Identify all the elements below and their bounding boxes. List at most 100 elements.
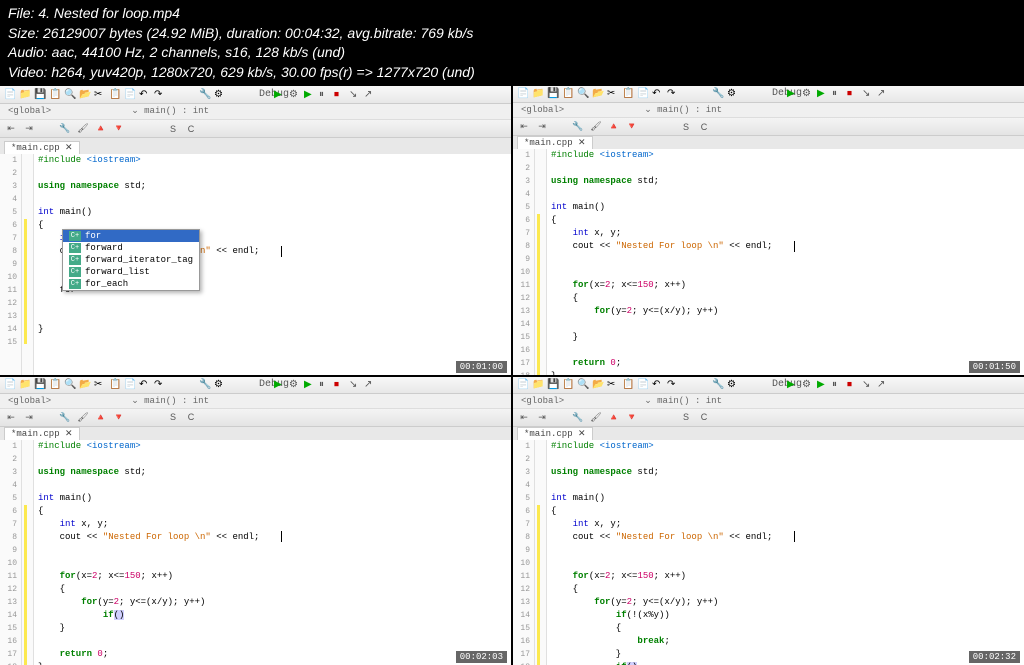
autocomplete-item[interactable]: C+forward (63, 242, 199, 254)
run-icon[interactable]: ↗ (364, 89, 376, 101)
file-tab[interactable]: *main.cpp ✕ (4, 427, 80, 440)
editor-toolbar-icon[interactable]: ⇤ (517, 120, 531, 134)
autocomplete-item[interactable]: C+for_each (63, 278, 199, 290)
editor-toolbar-icon[interactable]: ⇥ (535, 410, 549, 424)
toolbar-icon[interactable]: 📋 (109, 379, 121, 391)
run-icon[interactable]: ▶ (274, 89, 286, 101)
scope-global[interactable]: <global> (521, 105, 564, 115)
toolbar-icon[interactable]: 🔍 (64, 89, 76, 101)
autocomplete-item[interactable]: C+forward_list (63, 266, 199, 278)
autocomplete-popup[interactable]: C+forC+forwardC+forward_iterator_tagC+fo… (62, 229, 200, 291)
toolbar-icon[interactable]: 📂 (592, 379, 604, 391)
toolbar-icon[interactable]: ↶ (652, 88, 664, 100)
run-icon[interactable]: ▶ (787, 379, 799, 391)
editor-toolbar-icon[interactable]: C (697, 410, 711, 424)
toolbar-icon[interactable]: 📄 (124, 379, 136, 391)
toolbar-icon[interactable]: 📋 (49, 89, 61, 101)
editor-toolbar-icon[interactable]: C (184, 122, 198, 136)
run-icon[interactable]: ⏹ (334, 379, 346, 391)
code-editor[interactable]: 1 2 3 4 5 6 7 8 9 10 11 12 13 14 15 16 1… (513, 149, 1024, 375)
editor-toolbar-icon[interactable]: S (166, 410, 180, 424)
editor-toolbar-icon[interactable] (202, 122, 216, 136)
toolbar-icon[interactable]: ↶ (652, 379, 664, 391)
toolbar-icon[interactable]: 🔧 (712, 88, 724, 100)
scope-function[interactable]: ⌄ main() : int (644, 396, 722, 406)
toolbar-icon[interactable]: ↷ (154, 89, 166, 101)
run-icon[interactable]: ▶ (274, 379, 286, 391)
editor-toolbar-icon[interactable] (202, 410, 216, 424)
toolbar-icon[interactable]: 📋 (562, 88, 574, 100)
editor-toolbar-icon[interactable]: C (184, 410, 198, 424)
toolbar-icon[interactable]: 🔍 (577, 379, 589, 391)
run-icon[interactable]: ⏸ (832, 379, 844, 391)
editor-toolbar-icon[interactable] (643, 120, 657, 134)
toolbar-icon[interactable]: 💾 (34, 379, 46, 391)
toolbar-icon[interactable]: ⚙ (214, 379, 226, 391)
scope-function[interactable]: ⌄ main() : int (644, 105, 722, 115)
editor-toolbar-icon[interactable]: 🔧 (58, 410, 72, 424)
toolbar-icon[interactable]: ⚙ (727, 88, 739, 100)
editor-toolbar-icon[interactable]: 🔺 (94, 410, 108, 424)
toolbar-icon[interactable]: 📁 (19, 89, 31, 101)
toolbar-icon[interactable] (682, 88, 694, 100)
run-icon[interactable]: ↘ (349, 89, 361, 101)
editor-toolbar-icon[interactable]: 🔻 (112, 410, 126, 424)
toolbar-icon[interactable]: ↷ (154, 379, 166, 391)
toolbar-icon[interactable]: 📂 (592, 88, 604, 100)
toolbar-icon[interactable]: 💾 (34, 89, 46, 101)
run-icon[interactable]: ⚙ (802, 379, 814, 391)
editor-toolbar-icon[interactable]: ⇤ (4, 410, 18, 424)
toolbar-icon[interactable] (697, 88, 709, 100)
editor-toolbar-icon[interactable] (643, 410, 657, 424)
toolbar-icon[interactable]: 📄 (637, 88, 649, 100)
run-icon[interactable]: ▶ (304, 89, 316, 101)
toolbar-icon[interactable]: 📄 (124, 89, 136, 101)
toolbar-icon[interactable]: 📋 (49, 379, 61, 391)
toolbar-icon[interactable]: 🔧 (712, 379, 724, 391)
autocomplete-item[interactable]: C+for (63, 230, 199, 242)
file-tab[interactable]: *main.cpp ✕ (517, 136, 593, 149)
toolbar-icon[interactable]: 📄 (4, 89, 16, 101)
run-icon[interactable]: ⏹ (847, 88, 859, 100)
editor-toolbar-icon[interactable] (148, 410, 162, 424)
editor-toolbar-icon[interactable]: 🔧 (571, 410, 585, 424)
scope-global[interactable]: <global> (8, 396, 51, 406)
editor-toolbar-icon[interactable]: 🔧 (58, 122, 72, 136)
toolbar-icon[interactable]: 📄 (517, 379, 529, 391)
file-tab[interactable]: *main.cpp ✕ (4, 141, 80, 154)
run-icon[interactable]: ↘ (862, 88, 874, 100)
editor-toolbar-icon[interactable] (715, 120, 729, 134)
editor-toolbar-icon[interactable]: 🔺 (607, 120, 621, 134)
toolbar-icon[interactable]: ↷ (667, 379, 679, 391)
editor-toolbar-icon[interactable] (661, 410, 675, 424)
toolbar-icon[interactable]: 🔧 (199, 89, 211, 101)
editor-toolbar-icon[interactable]: ⇤ (517, 410, 531, 424)
run-icon[interactable]: ⏸ (832, 88, 844, 100)
run-icon[interactable]: ↘ (862, 379, 874, 391)
run-icon[interactable]: ⚙ (289, 89, 301, 101)
code-content[interactable]: #include <iostream> using namespace std;… (547, 149, 1024, 375)
code-content[interactable]: #include <iostream> using namespace std;… (547, 440, 1024, 665)
editor-toolbar-icon[interactable]: ⇥ (22, 122, 36, 136)
run-icon[interactable]: ▶ (817, 88, 829, 100)
toolbar-icon[interactable]: ✂ (94, 89, 106, 101)
editor-toolbar-icon[interactable]: S (679, 410, 693, 424)
toolbar-icon[interactable]: 💾 (547, 379, 559, 391)
scope-function[interactable]: ⌄ main() : int (131, 396, 209, 406)
toolbar-icon[interactable] (184, 89, 196, 101)
toolbar-icon[interactable]: 📋 (622, 88, 634, 100)
editor-toolbar-icon[interactable]: S (166, 122, 180, 136)
toolbar-icon[interactable] (697, 379, 709, 391)
code-editor[interactable]: 1 2 3 4 5 6 7 8 9 10 11 12 13 14 15 16 1… (0, 440, 511, 665)
editor-toolbar-icon[interactable]: 🔺 (94, 122, 108, 136)
toolbar-icon[interactable]: 📋 (562, 379, 574, 391)
run-icon[interactable]: ↗ (877, 88, 889, 100)
toolbar-icon[interactable]: 🔍 (577, 88, 589, 100)
autocomplete-item[interactable]: C+forward_iterator_tag (63, 254, 199, 266)
editor-toolbar-icon[interactable] (148, 122, 162, 136)
editor-toolbar-icon[interactable]: 🔺 (607, 410, 621, 424)
editor-toolbar-icon[interactable] (130, 410, 144, 424)
toolbar-icon[interactable]: 📂 (79, 89, 91, 101)
editor-toolbar-icon[interactable]: 🖌 (589, 410, 603, 424)
toolbar-icon[interactable] (169, 379, 181, 391)
